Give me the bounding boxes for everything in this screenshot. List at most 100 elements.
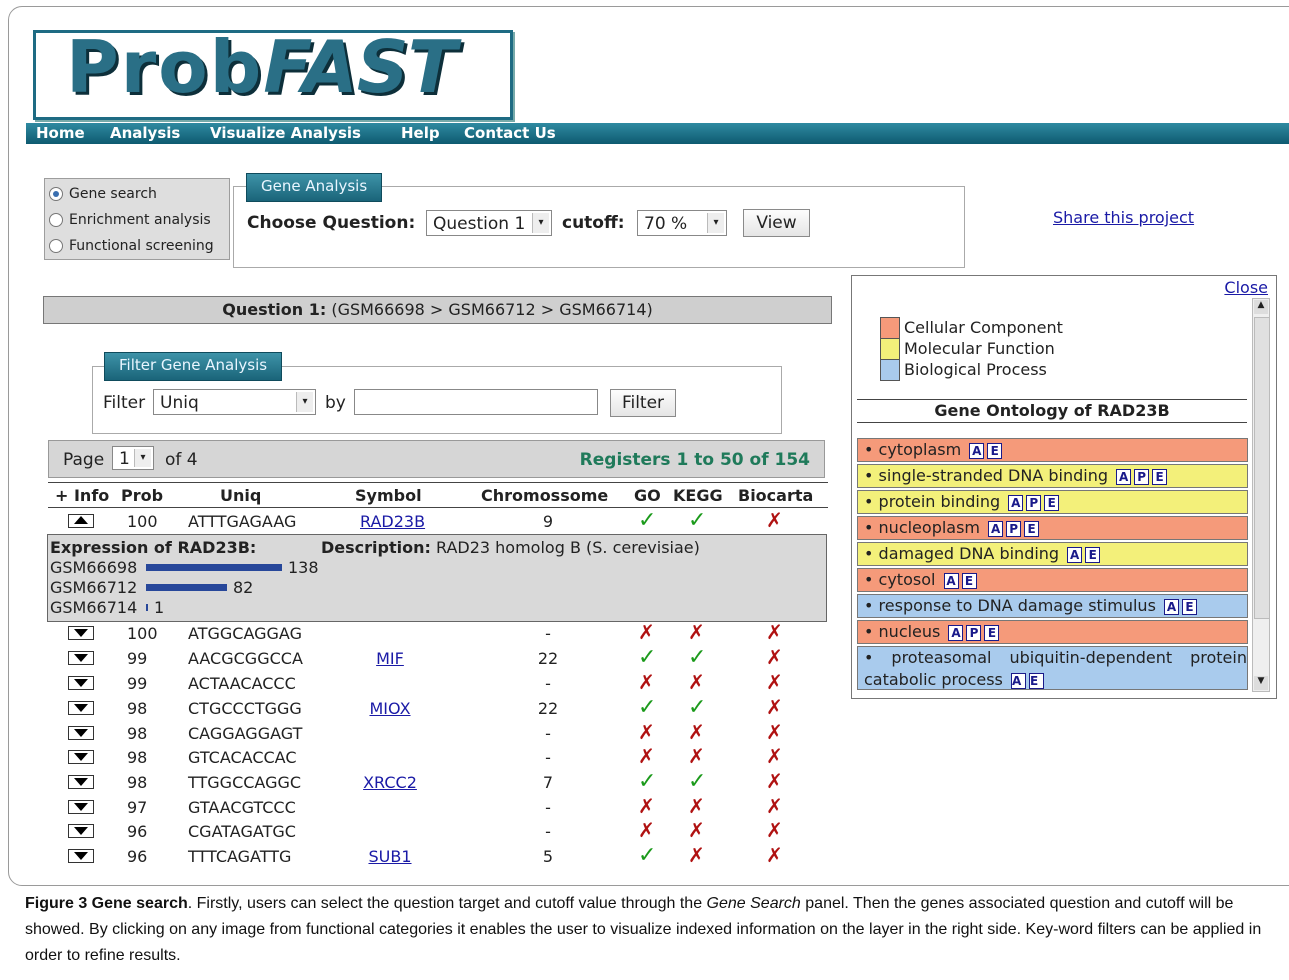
go-term-item[interactable]: • response to DNA damage stimulus AE	[857, 594, 1248, 618]
mode-enrichment-analysis[interactable]: Enrichment analysis	[49, 212, 211, 228]
collapse-icon[interactable]	[68, 514, 94, 528]
evidence-badge-icon[interactable]: A	[1067, 547, 1083, 563]
biocarta-cross-icon[interactable]: ✗	[766, 508, 783, 532]
scroll-down-icon[interactable]: ▼	[1254, 676, 1268, 690]
kegg-check-icon[interactable]: ✓	[688, 695, 706, 720]
evidence-badge-icon[interactable]: A	[1010, 673, 1026, 689]
biocarta-cross-icon[interactable]: ✗	[766, 645, 783, 669]
go-term-item[interactable]: • cytosol AE	[857, 568, 1248, 592]
kegg-check-icon[interactable]: ✓	[688, 769, 706, 794]
filter-field-select[interactable]: Uniq ▾	[153, 389, 316, 415]
nav-home[interactable]: Home	[36, 124, 85, 142]
evidence-badge-icon[interactable]: A	[988, 521, 1004, 537]
panel-scrollbar[interactable]: ▲ ▼	[1252, 298, 1270, 692]
go-cross-icon[interactable]: ✗	[638, 620, 655, 644]
chevron-down-icon[interactable]: ▾	[532, 213, 549, 233]
question-select[interactable]: Question 1 ▾	[426, 210, 552, 236]
col-kegg[interactable]: KEGG	[673, 486, 723, 505]
evidence-badge-icon[interactable]: A	[1116, 469, 1132, 485]
expand-icon[interactable]	[68, 626, 94, 640]
mode-functional-screening[interactable]: Functional screening	[49, 238, 214, 254]
go-cross-icon[interactable]: ✗	[638, 818, 655, 842]
nav-visualize-analysis[interactable]: Visualize Analysis	[210, 124, 361, 142]
go-check-icon[interactable]: ✓	[638, 508, 656, 533]
evidence-badge-icon[interactable]: A	[948, 625, 964, 641]
evidence-badge-icon[interactable]: P	[1026, 495, 1042, 511]
col-biocarta[interactable]: Biocarta	[738, 486, 813, 505]
kegg-cross-icon[interactable]: ✗	[688, 620, 705, 644]
symbol-link[interactable]: MIOX	[360, 699, 420, 718]
expand-icon[interactable]	[68, 750, 94, 764]
kegg-cross-icon[interactable]: ✗	[688, 720, 705, 744]
scroll-thumb[interactable]	[1254, 317, 1270, 619]
evidence-badge-icon[interactable]: E	[987, 443, 1003, 459]
evidence-badge-icon[interactable]: E	[1028, 673, 1044, 689]
evidence-badge-icon[interactable]: P	[1006, 521, 1022, 537]
expand-icon[interactable]	[68, 800, 94, 814]
evidence-badge-icon[interactable]: E	[961, 573, 977, 589]
evidence-badge-icon[interactable]: A	[969, 443, 985, 459]
cutoff-select[interactable]: 70 % ▾	[637, 210, 727, 236]
radio-icon[interactable]	[49, 213, 63, 227]
nav-contact-us[interactable]: Contact Us	[464, 124, 556, 142]
expand-icon[interactable]	[68, 824, 94, 838]
evidence-badge-icon[interactable]: E	[1152, 469, 1168, 485]
go-check-icon[interactable]: ✓	[638, 695, 656, 720]
filter-button[interactable]: Filter	[610, 389, 676, 417]
symbol-link[interactable]: XRCC2	[360, 773, 420, 792]
chevron-down-icon[interactable]: ▾	[134, 449, 151, 467]
share-project-link[interactable]: Share this project	[1053, 208, 1194, 227]
go-cross-icon[interactable]: ✗	[638, 794, 655, 818]
go-check-icon[interactable]: ✓	[638, 645, 656, 670]
evidence-badge-icon[interactable]: E	[1085, 547, 1101, 563]
view-button[interactable]: View	[743, 209, 810, 237]
go-check-icon[interactable]: ✓	[638, 843, 656, 868]
go-cross-icon[interactable]: ✗	[638, 744, 655, 768]
col-info[interactable]: + Info	[55, 486, 109, 505]
go-cross-icon[interactable]: ✗	[638, 670, 655, 694]
kegg-cross-icon[interactable]: ✗	[688, 818, 705, 842]
go-term-item[interactable]: • proteasomal ubiquitin-dependent protei…	[857, 646, 1248, 690]
biocarta-cross-icon[interactable]: ✗	[766, 818, 783, 842]
evidence-badge-icon[interactable]: P	[1134, 469, 1150, 485]
evidence-badge-icon[interactable]: E	[1024, 521, 1040, 537]
expand-icon[interactable]	[68, 775, 94, 789]
evidence-badge-icon[interactable]: E	[1182, 599, 1197, 615]
biocarta-cross-icon[interactable]: ✗	[766, 843, 783, 867]
go-term-item[interactable]: • single-stranded DNA binding APE	[857, 464, 1248, 488]
col-chromossome[interactable]: Chromossome	[481, 486, 608, 505]
kegg-cross-icon[interactable]: ✗	[688, 843, 705, 867]
col-uniq[interactable]: Uniq	[220, 486, 261, 505]
go-term-item[interactable]: • protein binding APE	[857, 490, 1248, 514]
nav-analysis[interactable]: Analysis	[110, 124, 180, 142]
expand-icon[interactable]	[68, 676, 94, 690]
radio-icon[interactable]	[49, 239, 63, 253]
col-prob[interactable]: Prob	[121, 486, 163, 505]
page-select[interactable]: 1 ▾	[112, 446, 154, 470]
kegg-cross-icon[interactable]: ✗	[688, 744, 705, 768]
evidence-badge-icon[interactable]: P	[966, 625, 982, 641]
expand-icon[interactable]	[68, 701, 94, 715]
evidence-badge-icon[interactable]: A	[943, 573, 959, 589]
col-go[interactable]: GO	[634, 486, 661, 505]
biocarta-cross-icon[interactable]: ✗	[766, 670, 783, 694]
expand-icon[interactable]	[68, 849, 94, 863]
symbol-link[interactable]: RAD23B	[360, 512, 425, 531]
go-term-item[interactable]: • nucleoplasm APE	[857, 516, 1248, 540]
biocarta-cross-icon[interactable]: ✗	[766, 769, 783, 793]
nav-help[interactable]: Help	[401, 124, 440, 142]
biocarta-cross-icon[interactable]: ✗	[766, 794, 783, 818]
evidence-badge-icon[interactable]: A	[1008, 495, 1024, 511]
col-symbol[interactable]: Symbol	[355, 486, 422, 505]
close-link[interactable]: Close	[1224, 278, 1268, 297]
symbol-link[interactable]: SUB1	[360, 847, 420, 866]
chevron-down-icon[interactable]: ▾	[707, 213, 724, 233]
biocarta-cross-icon[interactable]: ✗	[766, 695, 783, 719]
radio-selected-icon[interactable]	[49, 187, 63, 201]
kegg-check-icon[interactable]: ✓	[688, 508, 706, 533]
expand-icon[interactable]	[68, 726, 94, 740]
evidence-badge-icon[interactable]: A	[1164, 599, 1179, 615]
symbol-link[interactable]: MIF	[360, 649, 420, 668]
biocarta-cross-icon[interactable]: ✗	[766, 720, 783, 744]
expand-icon[interactable]	[68, 651, 94, 665]
